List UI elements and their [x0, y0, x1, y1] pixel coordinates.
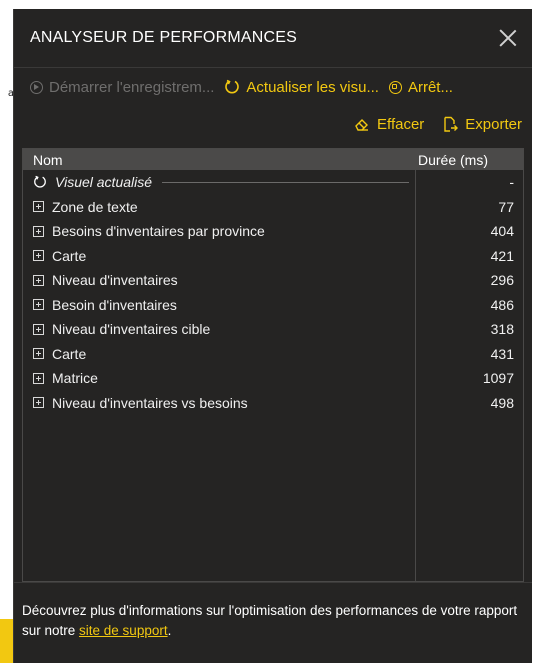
visual-duration: 296	[490, 272, 514, 289]
close-icon[interactable]	[498, 28, 518, 48]
visual-duration: 486	[490, 296, 514, 313]
expand-plus-icon[interactable]	[33, 201, 44, 213]
refreshed-visual-row: Visuel actualisé -	[23, 170, 523, 195]
table-header: Nom Durée (ms)	[23, 149, 523, 170]
refresh-visuals-button[interactable]: Actualiser les visu...	[224, 79, 379, 96]
actions-bar: Effacer Exporter	[14, 106, 532, 142]
export-button[interactable]: Exporter	[442, 116, 522, 133]
eraser-icon	[355, 119, 369, 131]
expand-plus-icon[interactable]	[33, 250, 44, 262]
visual-name: Zone de texte	[52, 198, 138, 215]
visual-name: Niveau d'inventaires cible	[52, 321, 211, 338]
refreshed-visual-duration: -	[509, 174, 514, 191]
visual-duration: 1097	[482, 370, 514, 387]
visual-duration: 498	[490, 394, 514, 411]
clear-label: Effacer	[377, 115, 425, 133]
start-recording-label: Démarrer l'enregistrem...	[49, 78, 215, 96]
refresh-icon	[34, 175, 46, 188]
expand-plus-icon[interactable]	[33, 323, 44, 335]
table-row[interactable]: Carte 421	[23, 244, 523, 269]
panel-header: ANALYSEUR DE PERFORMANCES	[14, 9, 532, 68]
expand-plus-icon[interactable]	[33, 299, 44, 311]
refreshed-visual-label: Visuel actualisé	[55, 174, 153, 191]
start-recording-button[interactable]: Démarrer l'enregistrem...	[30, 79, 214, 96]
stop-label: Arrêt...	[407, 78, 453, 96]
toolbar: Démarrer l'enregistrem... Actualiser les…	[14, 68, 532, 106]
background-accent-block	[0, 619, 14, 663]
column-header-duration: Durée (ms)	[418, 151, 489, 168]
table-body: Zone de texte 77 Besoins d'inventaires par…	[23, 195, 523, 416]
support-site-link[interactable]: site de support	[79, 623, 168, 638]
expand-plus-icon[interactable]	[33, 372, 44, 384]
table-row[interactable]: Besoins d'inventaires par province 404	[23, 219, 523, 244]
background-text-fragment: a	[7, 88, 14, 99]
table-row[interactable]: Carte 431	[23, 342, 523, 367]
visual-name: Besoin d'inventaires	[52, 296, 177, 313]
stop-button[interactable]: Arrêt...	[388, 78, 453, 96]
expand-plus-icon[interactable]	[33, 225, 44, 237]
play-circle-icon	[30, 80, 43, 94]
visual-duration: 421	[490, 247, 514, 264]
visual-duration: 77	[498, 198, 514, 215]
expand-plus-icon[interactable]	[33, 274, 44, 286]
table-row[interactable]: Niveau d'inventaires 296	[23, 268, 523, 293]
refresh-visuals-label: Actualiser les visu...	[246, 78, 379, 96]
performance-analyzer-panel: ANALYSEUR DE PERFORMANCES Démarrer l'enr…	[14, 9, 532, 663]
table-row[interactable]: Besoin d'inventaires 486	[23, 293, 523, 318]
column-divider	[415, 170, 416, 581]
results-table: Nom Durée (ms) Visuel actualisé - Zone d…	[22, 148, 524, 582]
visual-name: Carte	[52, 345, 87, 362]
column-header-name: Nom	[33, 151, 63, 168]
table-row[interactable]: Matrice 1097	[23, 366, 523, 391]
footer-suffix: .	[167, 623, 172, 638]
visual-name: Matrice	[52, 370, 98, 387]
visual-duration: 404	[490, 223, 514, 240]
stop-circle-icon	[388, 80, 402, 94]
visual-duration: 318	[490, 321, 514, 338]
table-row[interactable]: Niveau d'inventaires cible 318	[23, 317, 523, 342]
table-row[interactable]: Zone de texte 77	[23, 195, 523, 220]
panel-title: ANALYSEUR DE PERFORMANCES	[30, 29, 297, 46]
export-label: Exporter	[465, 115, 522, 133]
expand-plus-icon[interactable]	[33, 348, 44, 360]
visual-name: Niveau d'inventaires	[52, 272, 178, 289]
visual-name: Carte	[52, 247, 87, 264]
expand-plus-icon[interactable]	[33, 397, 44, 409]
table-row[interactable]: Niveau d'inventaires vs besoins 498	[23, 391, 523, 416]
visual-name: Niveau d'inventaires vs besoins	[52, 394, 248, 411]
refresh-icon	[225, 79, 240, 94]
visual-duration: 431	[490, 345, 514, 362]
export-icon	[444, 116, 459, 132]
clear-button[interactable]: Effacer	[354, 116, 424, 133]
visual-name: Besoins d'inventaires par province	[52, 223, 265, 240]
footer-info: Découvrez plus d'informations sur l'opti…	[14, 582, 532, 663]
separator-line	[162, 181, 409, 183]
